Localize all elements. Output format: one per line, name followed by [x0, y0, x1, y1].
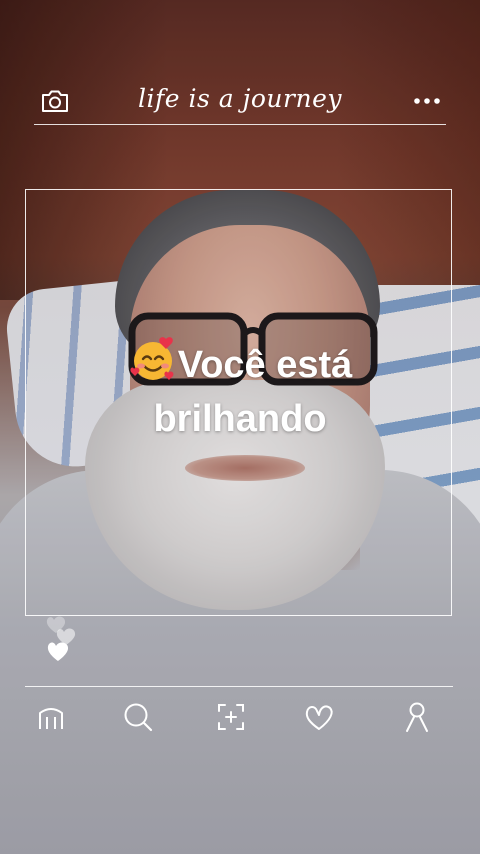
more-dots-icon — [414, 98, 440, 104]
header-title: life is a journey — [138, 84, 342, 113]
top-bar: life is a journey — [34, 78, 446, 125]
nav-home-button[interactable] — [33, 699, 69, 735]
home-icon — [39, 708, 63, 729]
more-options-button[interactable] — [410, 86, 444, 116]
heart-icon — [305, 705, 333, 730]
caption-line-1: Você está — [40, 335, 440, 392]
caption-line-2: brilhando — [153, 398, 327, 440]
nav-search-button[interactable] — [120, 699, 156, 735]
nav-likes-button[interactable] — [301, 699, 337, 735]
nav-profile-button[interactable] — [399, 699, 435, 735]
search-icon — [124, 703, 153, 732]
smiling-face-with-hearts-icon — [130, 337, 174, 380]
bottom-nav — [25, 686, 453, 747]
nav-add-post-button[interactable] — [213, 699, 249, 735]
hearts-icon[interactable] — [36, 608, 86, 668]
caption-line-1-text: Você está — [177, 344, 353, 386]
add-post-icon — [218, 704, 244, 730]
profile-icon — [406, 702, 428, 732]
caption-text: Você está brilhando — [40, 335, 440, 446]
